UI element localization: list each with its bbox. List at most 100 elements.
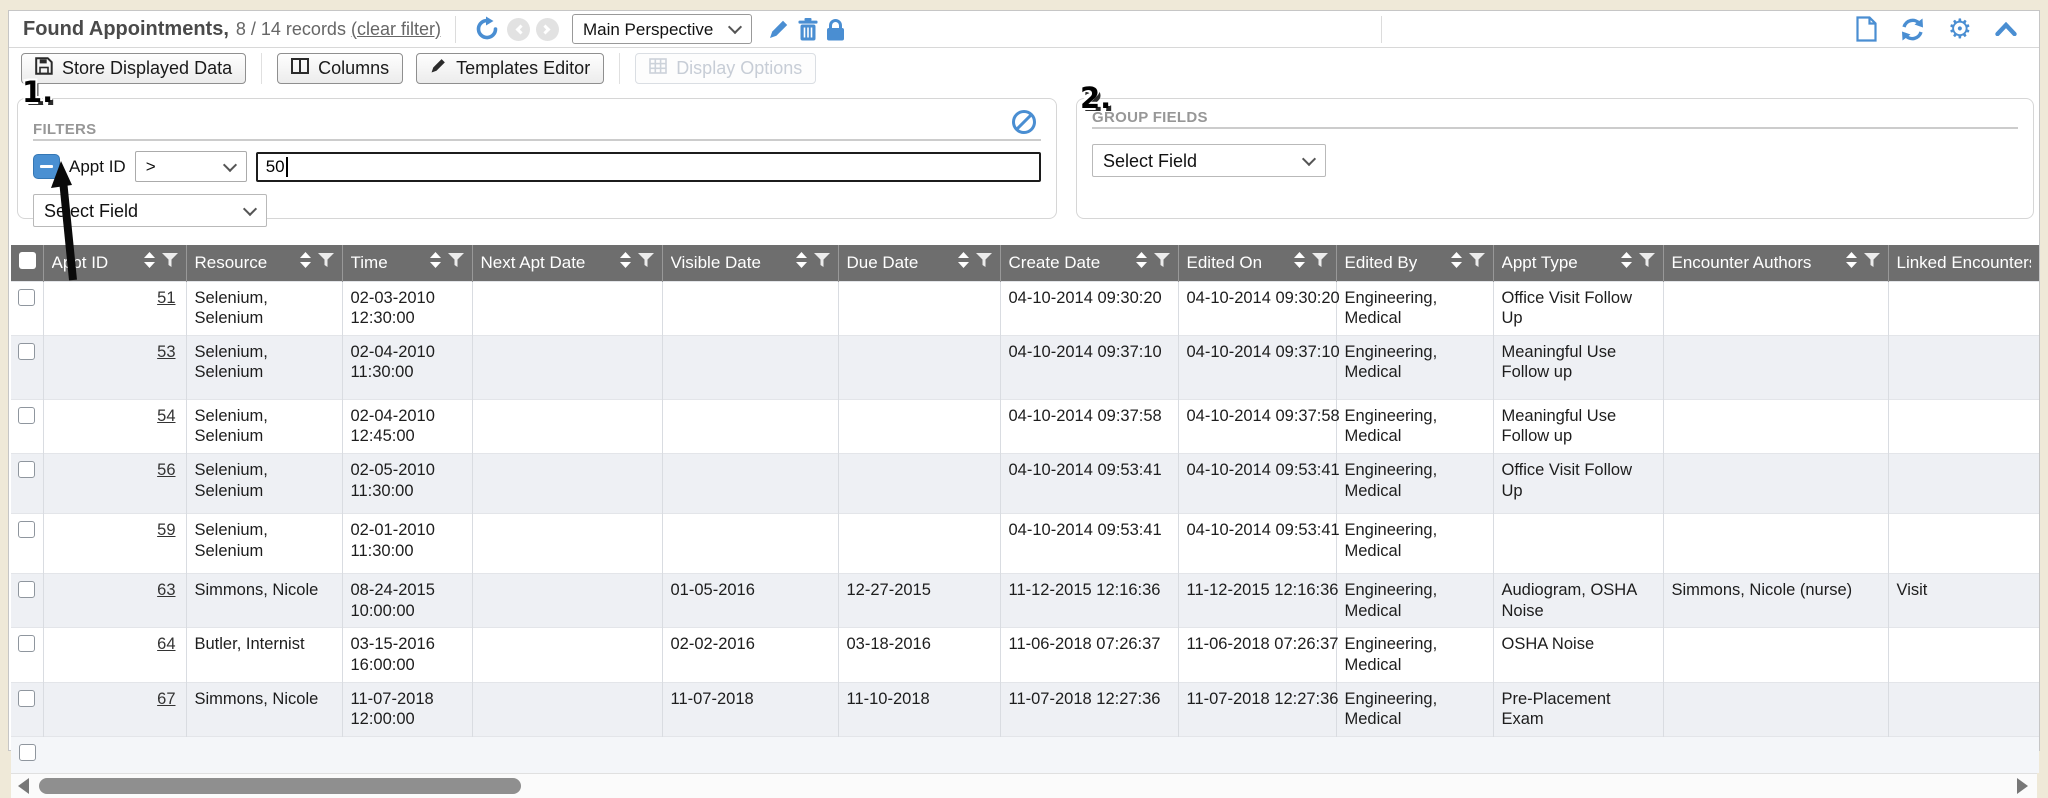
- cell-next_apt_date: [472, 281, 662, 335]
- columns-button[interactable]: Columns: [277, 53, 403, 84]
- filter-funnel-icon[interactable]: [162, 253, 178, 273]
- columns-icon: [291, 58, 309, 79]
- new-row-checkbox[interactable]: [19, 744, 36, 761]
- column-header-linked_encounters[interactable]: Linked Encounters: [1888, 245, 2039, 281]
- new-file-icon[interactable]: [1856, 16, 1877, 42]
- appt-id-link[interactable]: 54: [157, 407, 175, 425]
- row-checkbox[interactable]: [18, 407, 35, 424]
- column-header-due_date[interactable]: Due Date: [838, 245, 1000, 281]
- cell-edited_on: 11-06-2018 07:26:37: [1178, 628, 1336, 682]
- row-checkbox[interactable]: [18, 461, 35, 478]
- appt-id-link[interactable]: 67: [157, 690, 175, 708]
- appt-id-link[interactable]: 59: [157, 521, 175, 539]
- perspective-select[interactable]: Main Perspective: [572, 14, 752, 44]
- row-checkbox[interactable]: [18, 289, 35, 306]
- cell-time: 02-05-2010 11:30:00: [342, 454, 472, 514]
- sort-icon[interactable]: [1621, 252, 1632, 273]
- sort-icon[interactable]: [430, 252, 441, 273]
- undo-icon[interactable]: [474, 16, 500, 42]
- cell-linked_encounters: [1888, 628, 2039, 682]
- filter-funnel-icon[interactable]: [638, 253, 654, 273]
- remove-filter-button[interactable]: [33, 154, 60, 179]
- edit-pencil-icon[interactable]: [768, 18, 790, 40]
- filter-value-input[interactable]: 50: [256, 152, 1041, 182]
- filter-funnel-icon[interactable]: [318, 253, 334, 273]
- row-checkbox[interactable]: [18, 521, 35, 538]
- cell-due_date: [838, 335, 1000, 399]
- previous-icon[interactable]: [507, 18, 530, 41]
- appt-id-link[interactable]: 63: [157, 581, 175, 599]
- filter-funnel-icon[interactable]: [814, 253, 830, 273]
- column-header-appt_type[interactable]: Appt Type: [1493, 245, 1663, 281]
- sort-icon[interactable]: [1451, 252, 1462, 273]
- cell-due_date: 12-27-2015: [838, 574, 1000, 628]
- filter-operator-select[interactable]: >: [135, 151, 247, 182]
- toolbar-divider: [455, 16, 456, 43]
- filter-funnel-icon[interactable]: [1469, 253, 1485, 273]
- filter-funnel-icon[interactable]: [1864, 253, 1880, 273]
- cell-appt_id: 63: [43, 574, 186, 628]
- cell-time: 02-03-2010 12:30:00: [342, 281, 472, 335]
- horizontal-scrollbar[interactable]: [11, 773, 2037, 798]
- cell-visible_date: [662, 399, 838, 453]
- row-checkbox[interactable]: [18, 690, 35, 707]
- scrollbar-thumb[interactable]: [39, 778, 521, 794]
- table-row: 67Simmons, Nicole11-07-2018 12:00:0011-0…: [11, 682, 2039, 736]
- cell-time: 02-04-2010 11:30:00: [342, 335, 472, 399]
- filter-funnel-icon[interactable]: [1312, 253, 1328, 273]
- cell-encounter_authors: [1663, 628, 1888, 682]
- sort-icon[interactable]: [958, 252, 969, 273]
- column-header-time[interactable]: Time: [342, 245, 472, 281]
- sort-icon[interactable]: [620, 252, 631, 273]
- select-all-checkbox[interactable]: [19, 252, 36, 269]
- settings-gear-icon[interactable]: ⚙: [1948, 16, 1972, 43]
- column-header-appt_id[interactable]: Appt ID: [43, 245, 186, 281]
- row-checkbox[interactable]: [18, 635, 35, 652]
- row-checkbox[interactable]: [18, 343, 35, 360]
- lock-icon[interactable]: [826, 18, 845, 41]
- add-filter-field-select[interactable]: Select Field: [33, 194, 267, 227]
- column-header-resource[interactable]: Resource: [186, 245, 342, 281]
- cell-appt_type: Meaningful Use Follow up: [1493, 399, 1663, 453]
- refresh-icon[interactable]: [1900, 17, 1925, 42]
- appt-id-link[interactable]: 53: [157, 343, 175, 361]
- filter-funnel-icon[interactable]: [448, 253, 464, 273]
- cell-appt_type: OSHA Noise: [1493, 628, 1663, 682]
- group-field-select[interactable]: Select Field: [1092, 144, 1326, 177]
- minus-icon: [40, 165, 53, 168]
- cell-linked_encounters: [1888, 514, 2039, 574]
- filter-funnel-icon[interactable]: [1154, 253, 1170, 273]
- cell-next_apt_date: [472, 399, 662, 453]
- appt-id-link[interactable]: 64: [157, 635, 175, 653]
- sort-icon[interactable]: [144, 252, 155, 273]
- store-displayed-data-button[interactable]: Store Displayed Data: [21, 53, 246, 84]
- appt-id-link[interactable]: 51: [157, 289, 175, 307]
- appt-id-link[interactable]: 56: [157, 461, 175, 479]
- collapse-chevron-up-icon[interactable]: [1995, 22, 2017, 36]
- column-header-encounter_authors[interactable]: Encounter Authors: [1663, 245, 1888, 281]
- table-header-row: Appt IDResourceTimeNext Apt DateVisible …: [11, 245, 2039, 281]
- sort-icon[interactable]: [1136, 252, 1147, 273]
- delete-trash-icon[interactable]: [798, 18, 818, 41]
- sort-icon[interactable]: [1294, 252, 1305, 273]
- cell-visible_date: [662, 335, 838, 399]
- scroll-left-icon[interactable]: [18, 778, 29, 794]
- column-header-visible_date[interactable]: Visible Date: [662, 245, 838, 281]
- templates-editor-button[interactable]: Templates Editor: [416, 53, 604, 84]
- sort-icon[interactable]: [300, 252, 311, 273]
- cell-next_apt_date: [472, 335, 662, 399]
- column-header-edited_by[interactable]: Edited By: [1336, 245, 1493, 281]
- filter-funnel-icon[interactable]: [1639, 253, 1655, 273]
- next-icon[interactable]: [536, 18, 559, 41]
- column-header-edited_on[interactable]: Edited On: [1178, 245, 1336, 281]
- clear-filter-link[interactable]: (clear filter): [351, 19, 441, 40]
- sort-icon[interactable]: [1846, 252, 1857, 273]
- filter-funnel-icon[interactable]: [976, 253, 992, 273]
- sort-icon[interactable]: [796, 252, 807, 273]
- column-header-next_apt_date[interactable]: Next Apt Date: [472, 245, 662, 281]
- chevron-right-icon: [541, 24, 551, 34]
- scroll-right-icon[interactable]: [2017, 778, 2028, 794]
- row-checkbox[interactable]: [18, 581, 35, 598]
- column-header-create_date[interactable]: Create Date: [1000, 245, 1178, 281]
- block-circle-icon[interactable]: [1011, 109, 1037, 135]
